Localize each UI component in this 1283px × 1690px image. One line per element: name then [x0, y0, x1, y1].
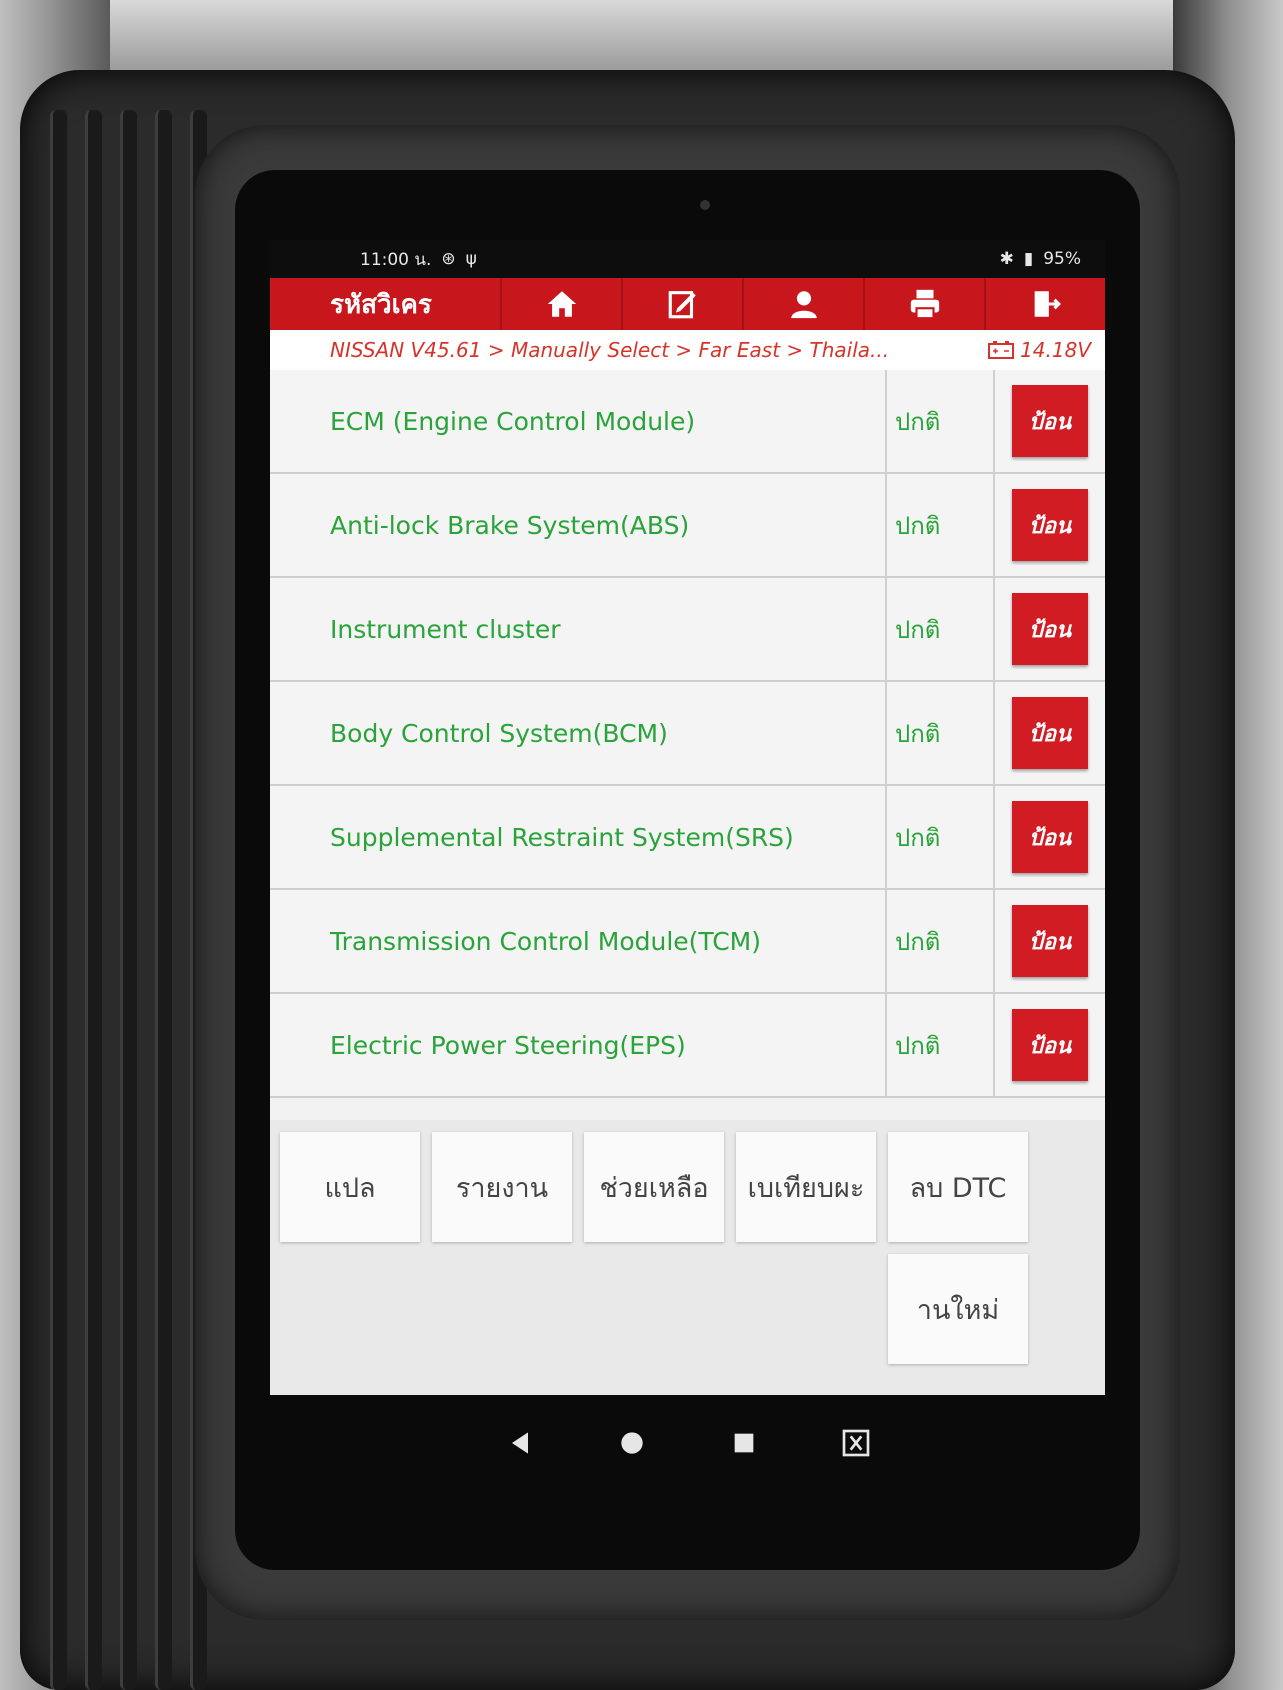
app-toolbar: รหัสวิเคร: [270, 278, 1105, 330]
battery-level: 95%: [1043, 249, 1081, 269]
translate-button[interactable]: แปล: [280, 1132, 420, 1242]
system-status: ปกติ: [887, 994, 995, 1096]
system-row: Transmission Control Module(TCM) ปกติ ป้…: [270, 890, 1105, 994]
home-circle-icon[interactable]: [616, 1427, 648, 1459]
breadcrumb: NISSAN V45.61 > Manually Select > Far Ea…: [270, 330, 1105, 370]
usb-icon: ψ: [465, 249, 477, 269]
enter-button[interactable]: ป้อน: [1012, 385, 1088, 457]
breadcrumb-path: NISSAN V45.61 > Manually Select > Far Ea…: [330, 338, 890, 362]
exit-icon: [1034, 291, 1061, 317]
system-name: Anti-lock Brake System(ABS): [270, 474, 887, 576]
home-icon: [547, 291, 576, 317]
front-camera: [700, 200, 710, 210]
report-button[interactable]: รายงาน: [432, 1132, 572, 1242]
screenshot-icon[interactable]: [840, 1427, 872, 1459]
system-name: ECM (Engine Control Module): [270, 370, 887, 472]
system-name: Body Control System(BCM): [270, 682, 887, 784]
system-status: ปกติ: [887, 474, 995, 576]
enter-button[interactable]: ป้อน: [1012, 905, 1088, 977]
enter-button[interactable]: ป้อน: [1012, 489, 1088, 561]
help-button[interactable]: ช่วยเหลือ: [584, 1132, 724, 1242]
edit-icon: [668, 291, 696, 319]
exit-button[interactable]: [984, 278, 1105, 330]
status-bar: 11:00 น. ⊛ ψ ✱ ▮ 95%: [270, 240, 1105, 278]
bluetooth-icon: ✱: [999, 249, 1014, 269]
system-list: ECM (Engine Control Module) ปกติ ป้อน An…: [270, 370, 1105, 1098]
app-title: รหัสวิเคร: [330, 289, 432, 320]
system-name: Transmission Control Module(TCM): [270, 890, 887, 992]
status-time: 11:00 น.: [360, 249, 432, 270]
system-name: Electric Power Steering(EPS): [270, 994, 887, 1096]
enter-button[interactable]: ป้อน: [1012, 697, 1088, 769]
system-name: Instrument cluster: [270, 578, 887, 680]
system-status: ปกติ: [887, 786, 995, 888]
recents-icon[interactable]: [728, 1427, 760, 1459]
bottom-action-bar: แปล รายงาน ช่วยเหลือ เบเทียบผะ ลบ DTC าน…: [270, 1120, 1105, 1395]
print-button[interactable]: [863, 278, 984, 330]
system-row: Instrument cluster ปกติ ป้อน: [270, 578, 1105, 682]
system-row: Anti-lock Brake System(ABS) ปกติ ป้อน: [270, 474, 1105, 578]
system-row: Body Control System(BCM) ปกติ ป้อน: [270, 682, 1105, 786]
enter-button[interactable]: ป้อน: [1012, 593, 1088, 665]
system-status: ปกติ: [887, 890, 995, 992]
android-nav-bar: [270, 1400, 1105, 1485]
system-row: Supplemental Restraint System(SRS) ปกติ …: [270, 786, 1105, 890]
rescan-button[interactable]: านใหม่: [888, 1254, 1028, 1364]
battery-voltage-icon: [988, 341, 1015, 359]
edit-button[interactable]: [621, 278, 742, 330]
system-row: ECM (Engine Control Module) ปกติ ป้อน: [270, 370, 1105, 474]
printer-icon: [910, 289, 939, 320]
screen: 11:00 น. ⊛ ψ ✱ ▮ 95% รหัสวิเคร NISSAN V4…: [270, 240, 1105, 1395]
user-button[interactable]: [742, 278, 863, 330]
system-status: ปกติ: [887, 578, 995, 680]
system-status: ปกติ: [887, 682, 995, 784]
user-icon: [790, 291, 817, 319]
system-status: ปกติ: [887, 370, 995, 472]
notification-icon: ⊛: [441, 249, 456, 269]
compare-button[interactable]: เบเทียบผะ: [736, 1132, 876, 1242]
battery-icon: ▮: [1023, 249, 1034, 269]
voltage-indicator: 14.18V: [988, 338, 1091, 362]
enter-button[interactable]: ป้อน: [1012, 1009, 1088, 1081]
clear-dtc-button[interactable]: ลบ DTC: [888, 1132, 1028, 1242]
back-icon[interactable]: [504, 1427, 536, 1459]
voltage-value: 14.18V: [1020, 338, 1091, 362]
home-button[interactable]: [500, 278, 621, 330]
enter-button[interactable]: ป้อน: [1012, 801, 1088, 873]
system-row: Electric Power Steering(EPS) ปกติ ป้อน: [270, 994, 1105, 1098]
system-name: Supplemental Restraint System(SRS): [270, 786, 887, 888]
